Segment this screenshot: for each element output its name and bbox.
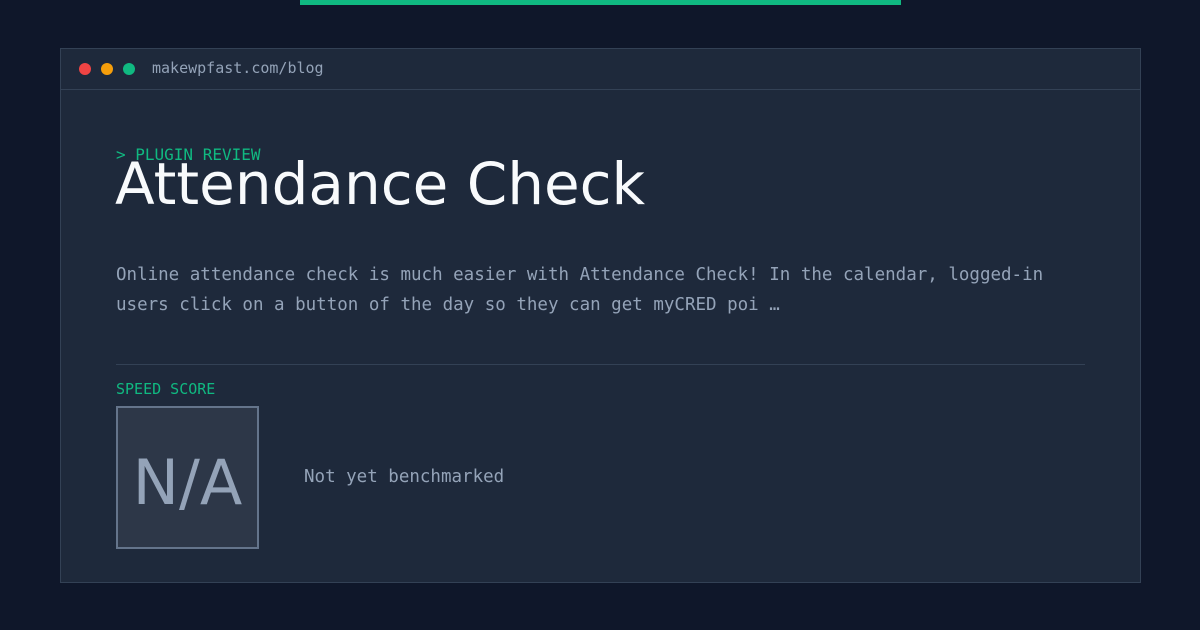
browser-window: makewpfast.com/blog > PLUGIN REVIEW Atte… [60, 48, 1141, 583]
section-divider [116, 364, 1085, 365]
article-description: Online attendance check is much easier w… [116, 265, 1044, 315]
address-url: makewpfast.com/blog [152, 59, 324, 77]
minimize-window-icon[interactable] [101, 63, 113, 75]
maximize-window-icon[interactable] [123, 63, 135, 75]
top-accent-bar [300, 0, 901, 5]
speed-score-label: SPEED SCORE [116, 380, 216, 398]
speed-score-box: N/A [116, 406, 259, 549]
page: makewpfast.com/blog > PLUGIN REVIEW Atte… [0, 0, 1200, 630]
window-titlebar: makewpfast.com/blog [61, 49, 1140, 90]
speed-score-value: N/A [132, 445, 243, 519]
close-window-icon[interactable] [79, 63, 91, 75]
article-title: Attendance Check [115, 150, 646, 218]
speed-score-note: Not yet benchmarked [304, 467, 505, 487]
